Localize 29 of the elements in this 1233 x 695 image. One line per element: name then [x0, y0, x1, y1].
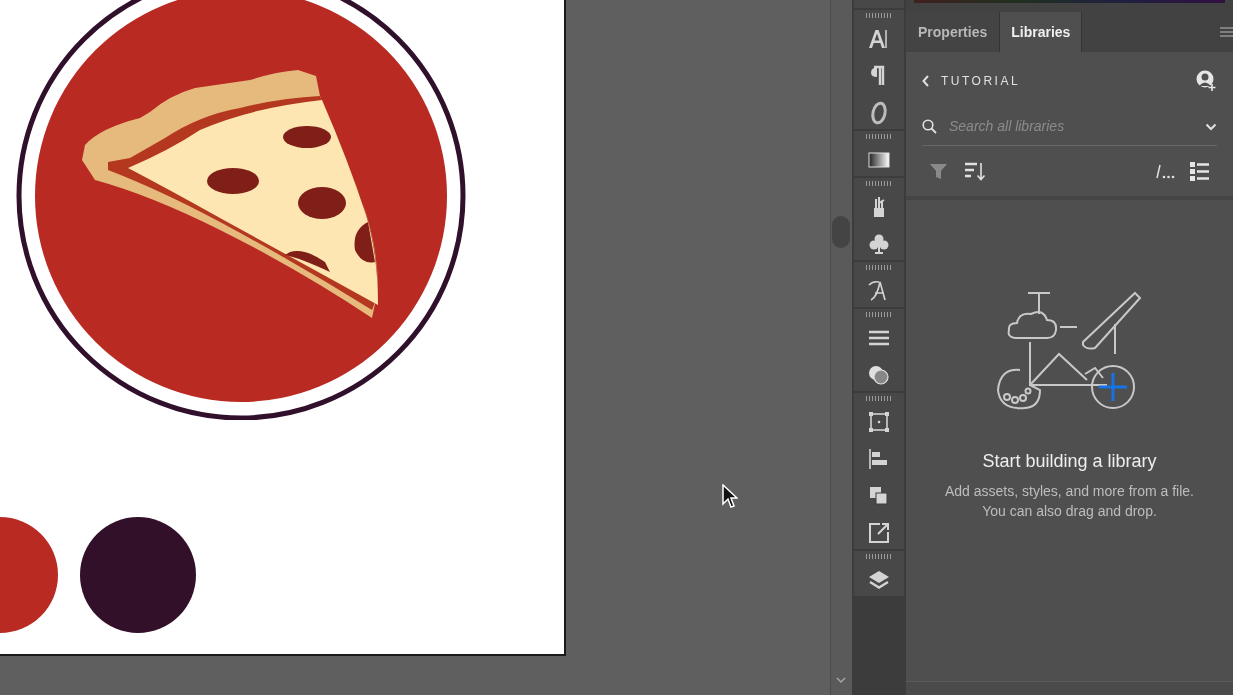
panel-tab[interactable]: Libraries: [1000, 12, 1083, 52]
color-spectrum-bar[interactable]: [914, 0, 1225, 3]
club-icon[interactable]: [867, 232, 891, 256]
dropdown-chevron-icon[interactable]: [1205, 122, 1217, 131]
panel-grip[interactable]: [866, 554, 892, 559]
transform-icon[interactable]: [867, 410, 891, 434]
panel-grip[interactable]: [866, 312, 892, 317]
search-field[interactable]: Search all libraries: [949, 116, 1205, 137]
overlapping-circles-icon[interactable]: [867, 363, 891, 387]
list-view-icon[interactable]: [1190, 161, 1209, 181]
library-name[interactable]: TUTORIAL: [941, 72, 1021, 90]
panel-grip[interactable]: [866, 134, 892, 139]
panel-menu-icon[interactable]: [1220, 27, 1233, 37]
layers-icon[interactable]: [867, 568, 891, 592]
panel-grip[interactable]: [866, 396, 892, 401]
export-icon[interactable]: [867, 521, 891, 545]
add-user-icon[interactable]: [1195, 70, 1217, 92]
search-icon: [922, 119, 937, 134]
sort-icon[interactable]: [965, 161, 987, 181]
back-chevron-icon[interactable]: [922, 75, 930, 87]
empty-state-description: Add assets, styles, and more from a file. You can also drag and drop.: [944, 482, 1195, 521]
cursor-icon: [722, 484, 738, 510]
pathfinder-icon[interactable]: [867, 484, 891, 508]
panel-grip[interactable]: [866, 265, 892, 270]
panel-grip[interactable]: [866, 13, 892, 18]
slash-ellipsis-icon[interactable]: [1156, 163, 1176, 179]
scroll-down-icon[interactable]: [836, 676, 846, 684]
empty-state-title: Start building a library: [982, 450, 1157, 473]
panel-grip[interactable]: [866, 181, 892, 186]
